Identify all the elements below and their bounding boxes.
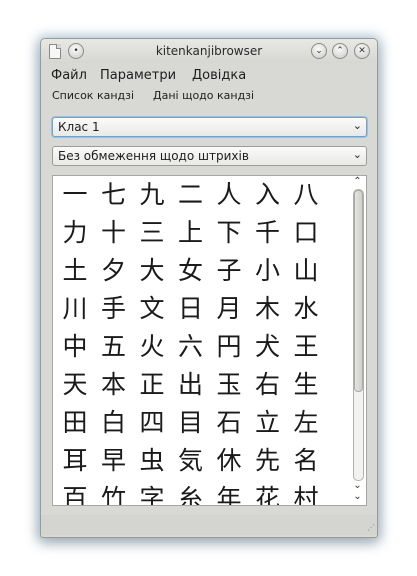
resize-grip-icon[interactable]: ⋰ [365,523,375,533]
kanji-item[interactable]: 百 [56,480,94,505]
menu-settings[interactable]: Параметри [100,68,176,83]
kanji-item[interactable]: 犬 [249,328,287,366]
kanji-item[interactable]: 生 [287,366,325,404]
kanji-item[interactable]: 土 [56,252,94,290]
kanji-item[interactable]: 王 [287,328,325,366]
kanji-item[interactable]: 気 [172,442,210,480]
kanji-item[interactable]: 村 [287,480,325,505]
kanji-item[interactable]: 先 [249,442,287,480]
title-bar[interactable]: • kitenkanjibrowser ⌄ ⌃ ✕ [41,39,377,63]
kanji-item[interactable]: 川 [56,290,94,328]
grade-select[interactable]: Клас 1 ⌄ [52,117,367,137]
kanji-item[interactable]: 立 [249,404,287,442]
kanji-item[interactable]: 円 [210,328,248,366]
kanji-item[interactable]: 左 [287,404,325,442]
kanji-item[interactable]: 千 [249,214,287,252]
kanji-item[interactable]: 早 [95,442,133,480]
kanji-list[interactable]: 一七九二人入八力十三上下千口土夕大女子小山川手文日月木水中五火六円犬王天本正出玉… [52,175,367,506]
kanji-item[interactable]: 出 [172,366,210,404]
grade-select-value: Клас 1 [58,120,100,134]
maximize-button[interactable]: ⌃ [332,43,348,59]
kanji-item[interactable]: 子 [210,252,248,290]
close-button[interactable]: ✕ [354,43,370,59]
kanji-item[interactable]: 火 [133,328,171,366]
kanji-item[interactable]: 月 [210,290,248,328]
chevron-down-icon: ⌄ [352,119,362,132]
kanji-info-tab[interactable]: Дані щодо кандзі [153,89,254,102]
status-bar: ⋰ [41,515,377,535]
kanji-item[interactable]: 八 [287,176,325,214]
kanji-item[interactable]: 小 [249,252,287,290]
kanji-item[interactable]: 口 [287,214,325,252]
tool-bar: Список кандзі Дані щодо кандзі [41,86,377,108]
menu-help[interactable]: Довідка [192,68,246,83]
kanji-item[interactable]: 耳 [56,442,94,480]
stroke-count-select-value: Без обмеження щодо штрихів [58,149,249,163]
kanji-item[interactable]: 三 [133,214,171,252]
stroke-count-select[interactable]: Без обмеження щодо штрихів ⌄ [52,146,367,166]
kanji-item[interactable]: 六 [172,328,210,366]
kanji-item[interactable]: 目 [172,404,210,442]
menu-file[interactable]: Файл [51,68,87,83]
kanji-item[interactable]: 中 [56,328,94,366]
kanji-item[interactable]: 人 [210,176,248,214]
kanji-item[interactable]: 天 [56,366,94,404]
app-window: • kitenkanjibrowser ⌄ ⌃ ✕ Файл Параметри… [40,38,378,538]
kanji-item[interactable]: 玉 [210,366,248,404]
kanji-item[interactable]: 名 [287,442,325,480]
kanji-item[interactable]: 力 [56,214,94,252]
scroll-up-arrow-icon[interactable]: ⌃ [349,176,366,188]
kanji-item[interactable]: 入 [249,176,287,214]
kanji-item[interactable]: 木 [249,290,287,328]
vertical-scrollbar[interactable]: ⌃ ⌄ ⌄ [349,176,366,505]
kanji-item[interactable]: 右 [249,366,287,404]
kanji-item[interactable]: 字 [133,480,171,505]
kanji-item[interactable]: 十 [95,214,133,252]
kanji-item[interactable]: 水 [287,290,325,328]
kanji-item[interactable]: 大 [133,252,171,290]
kanji-item[interactable]: 四 [133,404,171,442]
kanji-item[interactable]: 花 [249,480,287,505]
kanji-item[interactable]: 山 [287,252,325,290]
kanji-item[interactable]: 五 [95,328,133,366]
menu-bar: Файл Параметри Довідка [41,63,377,85]
kanji-item[interactable]: 下 [210,214,248,252]
kanji-item[interactable]: 竹 [95,480,133,505]
kanji-item[interactable]: 女 [172,252,210,290]
kanji-item[interactable]: 年 [210,480,248,505]
kanji-item[interactable]: 手 [95,290,133,328]
minimize-button[interactable]: ⌄ [311,43,327,59]
scrollbar-thumb[interactable] [354,190,363,392]
kanji-item[interactable]: 石 [210,404,248,442]
kanji-item[interactable]: 正 [133,366,171,404]
kanji-item[interactable]: 本 [95,366,133,404]
scroll-down-arrow-icon[interactable]: ⌄ [349,491,366,503]
kanji-item[interactable]: 二 [172,176,210,214]
kanji-item[interactable]: 上 [172,214,210,252]
kanji-item[interactable]: 白 [95,404,133,442]
kanji-item[interactable]: 七 [95,176,133,214]
kanji-list-tab[interactable]: Список кандзі [52,89,134,102]
kanji-item[interactable]: 休 [210,442,248,480]
kanji-item[interactable]: 虫 [133,442,171,480]
kanji-item[interactable]: 田 [56,404,94,442]
kanji-item[interactable]: 文 [133,290,171,328]
chevron-down-icon: ⌄ [352,148,362,161]
kanji-item[interactable]: 日 [172,290,210,328]
kanji-item[interactable]: 九 [133,176,171,214]
kanji-item[interactable]: 糸 [172,480,210,505]
kanji-item[interactable]: 夕 [95,252,133,290]
kanji-item[interactable]: 一 [56,176,94,214]
